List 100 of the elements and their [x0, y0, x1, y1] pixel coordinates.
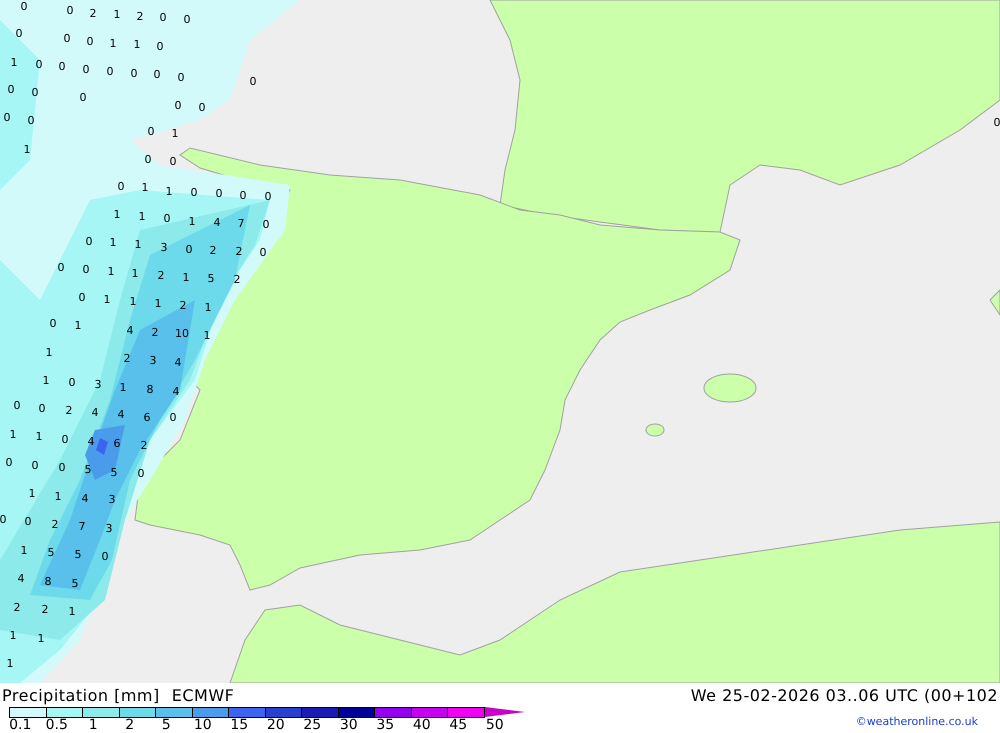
- precipitation-value: 0: [4, 111, 10, 124]
- precipitation-value: 0: [32, 459, 38, 472]
- precipitation-value: 0: [144, 153, 152, 166]
- precipitation-value: 1: [10, 428, 16, 441]
- precipitation-value: 1: [142, 181, 148, 194]
- precipitation-value: 5: [208, 272, 214, 285]
- precipitation-value: 4: [118, 408, 124, 421]
- precipitation-value: 0: [64, 32, 70, 45]
- precipitation-value: 2: [236, 245, 242, 258]
- precipitation-value: 0: [82, 63, 90, 76]
- precipitation-value: 0: [6, 456, 12, 469]
- precipitation-value: 0: [106, 65, 114, 78]
- legend-tick: 10: [192, 717, 213, 733]
- precipitation-value: 3: [94, 378, 102, 391]
- precipitation-value: 0: [38, 402, 46, 415]
- precipitation-value: 6: [144, 411, 150, 424]
- precipitation-value: 0: [0, 513, 6, 526]
- precipitation-value: 0: [58, 461, 66, 474]
- precipitation-value: 1: [182, 271, 190, 284]
- precipitation-value: 1: [68, 605, 76, 618]
- precipitation-value: 1: [166, 185, 172, 198]
- precipitation-value: 0: [240, 189, 246, 202]
- precipitation-value: 2: [234, 273, 240, 286]
- precipitation-value: 0: [198, 101, 206, 114]
- precipitation-value: 0: [86, 35, 94, 48]
- precipitation-value: 6: [114, 437, 120, 450]
- legend-tick: 50: [484, 717, 505, 733]
- precipitation-value: 1: [6, 657, 14, 670]
- precipitation-value: 3: [150, 354, 156, 367]
- precipitation-value: 2: [140, 439, 148, 452]
- precipitation-value: 1: [204, 301, 212, 314]
- map-title: Precipitation [mm]: [2, 686, 160, 704]
- precipitation-value: 1: [74, 319, 82, 332]
- legend-tick: 35: [375, 717, 396, 733]
- precipitation-value: 0: [8, 83, 14, 96]
- precipitation-value: 0: [118, 180, 124, 193]
- precipitation-value: 0: [82, 263, 90, 276]
- precipitation-value: 0: [216, 187, 222, 200]
- precipitation-value: 0: [186, 243, 192, 256]
- precipitation-value: 3: [106, 522, 112, 535]
- precipitation-value: 0: [138, 467, 144, 480]
- precipitation-value: 1: [46, 346, 52, 359]
- precipitation-value: 0: [170, 155, 176, 168]
- precipitation-value: 0: [20, 0, 28, 13]
- precipitation-value: 0: [170, 411, 176, 424]
- precipitation-value: 1: [38, 632, 44, 645]
- precipitation-value: 7: [78, 520, 86, 533]
- precipitation-value: 0: [264, 190, 272, 203]
- precipitation-value: 4: [82, 492, 88, 505]
- precipitation-value: 0: [50, 317, 56, 330]
- precipitation-value: 2: [124, 352, 130, 365]
- precipitation-value: 1: [108, 265, 114, 278]
- precipitation-value: 0: [36, 58, 42, 71]
- precipitation-value: 0: [190, 186, 198, 199]
- precipitation-value: 2: [152, 326, 158, 339]
- precipitation-value: 4: [88, 435, 94, 448]
- precipitation-value: 0: [174, 99, 182, 112]
- legend-tick: 45: [448, 717, 468, 733]
- precipitation-value: 0: [262, 218, 270, 231]
- precipitation-value: 7: [238, 217, 244, 230]
- precipitation-value: 0: [86, 235, 92, 248]
- precipitation-value: 1: [134, 238, 142, 251]
- precipitation-value: 0: [32, 86, 38, 99]
- legend-tick: 5: [160, 717, 172, 733]
- precipitation-value: 1: [54, 490, 62, 503]
- precipitation-value: 3: [108, 493, 116, 506]
- precipitation-value: 1: [24, 143, 30, 156]
- precipitation-value: 1: [10, 629, 16, 642]
- precipitation-value: 2: [14, 601, 20, 614]
- precipitation-value: 2: [66, 404, 72, 417]
- legend-tick: 40: [412, 717, 432, 733]
- legend-tick: 25: [302, 717, 322, 733]
- precipitation-value: 0: [148, 125, 154, 138]
- precipitation-value: 0: [260, 246, 266, 259]
- precipitation-value: 0: [102, 550, 108, 563]
- precipitation-value: 4: [126, 324, 134, 337]
- precipitation-value: 4: [214, 216, 220, 229]
- precipitation-value: 1: [204, 329, 210, 342]
- precipitation-value: 1: [104, 293, 110, 306]
- precipitation-value: 5: [48, 546, 54, 559]
- precipitation-value: 1: [114, 8, 120, 21]
- legend-tick: 15: [229, 717, 250, 733]
- precipitation-value: 0: [130, 67, 138, 80]
- precipitation-value: 0: [184, 13, 190, 26]
- precipitation-value: 1: [36, 430, 42, 443]
- precipitation-value: 0: [16, 27, 22, 40]
- precipitation-value: 0: [28, 114, 34, 127]
- precipitation-value: 1: [188, 215, 196, 228]
- precipitation-value: 5: [72, 577, 78, 590]
- legend-tick: 1: [88, 717, 99, 733]
- precipitation-value: 2: [210, 244, 216, 257]
- precipitation-value: 1: [20, 544, 28, 557]
- precipitation-value: 8: [44, 575, 52, 588]
- precipitation-value: 4: [172, 385, 180, 398]
- precipitation-value: 1: [110, 37, 116, 50]
- legend-tick: 0.5: [44, 717, 69, 733]
- precipitation-value: 1: [120, 381, 126, 394]
- precipitation-value: 0: [58, 60, 66, 73]
- credit-link[interactable]: ©weatheronline.co.uk: [856, 715, 978, 728]
- precipitation-value: 1: [172, 127, 178, 140]
